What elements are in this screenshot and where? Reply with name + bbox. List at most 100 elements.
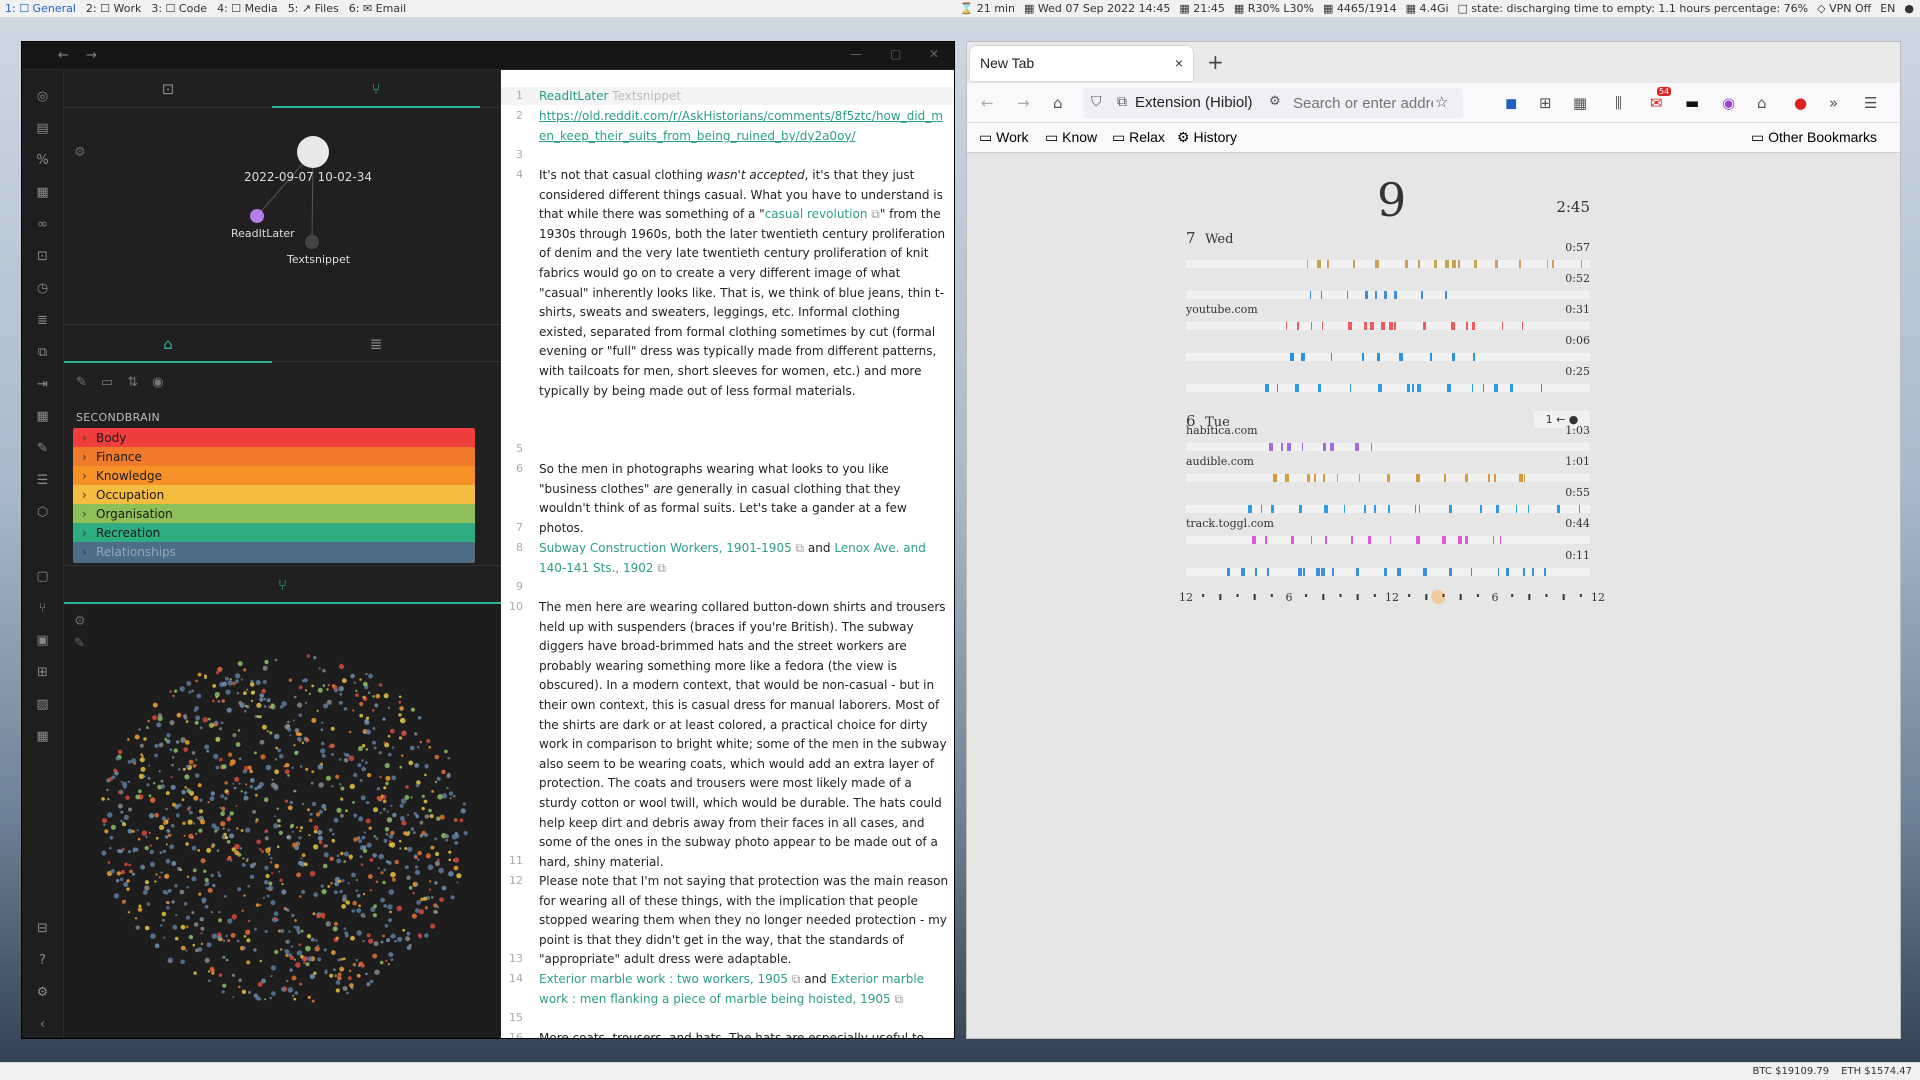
workspace-3[interactable]: 3: ☐ Code	[146, 2, 212, 15]
edit-icon[interactable]: ✎	[34, 440, 51, 457]
folder-item[interactable]: › Knowledge	[73, 466, 475, 487]
activity-mark	[1471, 384, 1473, 392]
container-icon[interactable]: ⌂	[1757, 94, 1767, 112]
apps-grid-icon[interactable]: ⊞	[1539, 94, 1552, 112]
graph-node	[154, 880, 157, 883]
note-icon[interactable]: ▤	[34, 120, 51, 137]
image-icon[interactable]: ▨	[34, 696, 51, 713]
forward-icon[interactable]: →	[86, 48, 97, 63]
folder-item[interactable]: › Relationships	[73, 542, 475, 563]
subway-workers-link[interactable]: Subway Construction Workers, 1901-1905	[539, 541, 792, 555]
folder-item[interactable]: › Finance	[73, 447, 475, 468]
bitwarden-icon[interactable]: ◼	[1505, 94, 1517, 112]
collapse-icon[interactable]: ‹	[34, 1016, 51, 1033]
marble-workers-link[interactable]: Exterior marble work : two workers, 1905	[539, 972, 788, 986]
dark-ext-icon[interactable]: ▬	[1685, 94, 1699, 112]
export-icon[interactable]: ⇥	[34, 376, 51, 393]
tray-icon[interactable]: ●	[1904, 2, 1914, 15]
tag-readitlater[interactable]: ReadItLater	[539, 89, 608, 103]
graph-node	[335, 936, 339, 940]
bookmark-star-icon[interactable]: ☆	[1435, 93, 1448, 111]
other-bookmarks[interactable]: ▭ Other Bookmarks	[1751, 129, 1877, 146]
activity-mark	[1376, 353, 1380, 361]
settings-icon[interactable]: ⚙	[34, 984, 51, 1001]
back-icon[interactable]: ←	[58, 48, 69, 63]
menu-icon[interactable]: ☰	[1864, 94, 1877, 112]
source-url[interactable]: https://old.reddit.com/r/AskHistorians/c…	[539, 107, 949, 146]
bookmark-work[interactable]: ▭ Work	[979, 129, 1029, 146]
folder-item[interactable]: › Body	[73, 428, 475, 449]
maximize-icon[interactable]: ▢	[890, 47, 901, 61]
folder-item[interactable]: › Occupation	[73, 485, 475, 506]
tab-global-graph-icon[interactable]: ⑂	[64, 566, 501, 604]
privacy-icon[interactable]: ◉	[1722, 94, 1735, 112]
graph-node	[388, 889, 395, 895]
bookmark-know[interactable]: ▭ Know	[1045, 129, 1097, 146]
overflow-icon[interactable]: »	[1829, 94, 1838, 112]
bookmark-relax[interactable]: ▭ Relax	[1112, 129, 1165, 146]
workspace-5[interactable]: 5: ↗ Files	[283, 2, 344, 15]
graph-icon[interactable]: ◎	[34, 88, 51, 105]
permissions-icon[interactable]: ⚙	[1269, 94, 1281, 109]
help-icon[interactable]: ?	[34, 952, 51, 969]
grid-icon[interactable]: ⊞	[34, 664, 51, 681]
vault-icon[interactable]: ⊟	[34, 920, 51, 937]
shield-icon[interactable]: ⛉	[1091, 94, 1102, 110]
eye-icon[interactable]: ◉	[152, 375, 163, 390]
template-icon[interactable]: %	[34, 152, 51, 169]
daily-note-icon[interactable]: ▦	[34, 408, 51, 425]
cube-icon[interactable]: ⬡	[34, 504, 51, 521]
folder-item[interactable]: › Recreation	[73, 523, 475, 544]
graph-node	[250, 690, 255, 695]
list-icon[interactable]: ≣	[34, 312, 51, 329]
branch-icon[interactable]: ⑂	[34, 600, 51, 617]
workspace-1[interactable]: 1: ☐ General	[0, 2, 81, 15]
library-icon[interactable]: ⫼	[1615, 94, 1622, 112]
local-graph-view[interactable]: ⚙ 2022-09-07 10-02-34 ReadItLater Textsn…	[64, 109, 501, 324]
tasks-icon[interactable]: ☰	[34, 472, 51, 489]
workspace-6[interactable]: 6: ✉ Email	[344, 2, 411, 15]
global-graph-view[interactable]: ⚙ ✎	[64, 604, 501, 1038]
calendar-icon[interactable]: ▦	[34, 184, 51, 201]
graph-node	[180, 945, 186, 951]
bookmark-history[interactable]: ⚙ History	[1177, 129, 1237, 146]
mail-icon[interactable]: ✉	[1650, 94, 1663, 112]
import-icon[interactable]: ⊡	[34, 248, 51, 265]
note-editor[interactable]: 1 ReadItLater Textsnippet 2 https://old.…	[501, 70, 954, 1038]
tab-outline-icon[interactable]: ⊡	[64, 70, 272, 108]
file-icon[interactable]: ▢	[34, 568, 51, 585]
tab-new-tab[interactable]: New Tab ×	[970, 46, 1193, 81]
tab-close-icon[interactable]: ×	[1175, 46, 1183, 81]
tab-local-graph-icon[interactable]: ⑂	[272, 70, 480, 108]
url-bar[interactable]: ⛉ ⧉ Extension (Hibiol) ⚙ ☆	[1083, 88, 1463, 118]
workspace-4[interactable]: 4: ☐ Media	[212, 2, 283, 15]
forward-icon[interactable]: →	[1017, 94, 1030, 112]
close-icon[interactable]: ✕	[929, 47, 939, 61]
tomato-icon[interactable]: ●	[1794, 94, 1807, 112]
tab-list-icon[interactable]: ≣	[272, 325, 480, 363]
url-input[interactable]	[1293, 92, 1433, 114]
new-folder-icon[interactable]: ▭	[101, 375, 113, 390]
extensions-grid-icon[interactable]: ▦	[1573, 94, 1587, 112]
calendar2-icon[interactable]: ▦	[34, 728, 51, 745]
graph-node	[137, 837, 141, 841]
graph-node	[372, 953, 378, 959]
home-icon[interactable]: ⌂	[1053, 94, 1063, 112]
copy-icon[interactable]: ⧉	[34, 344, 51, 361]
minimize-icon[interactable]: —	[850, 47, 862, 61]
workspace-2[interactable]: 2: ☐ Work	[81, 2, 146, 15]
terminal-icon[interactable]: ▣	[34, 632, 51, 649]
casual-revolution-link[interactable]: casual revolution	[765, 207, 868, 221]
activity-mark	[1415, 536, 1420, 544]
folder-item[interactable]: › Organisation	[73, 504, 475, 525]
tab-home-icon[interactable]: ⌂	[64, 325, 272, 363]
new-tab-button[interactable]: +	[1207, 50, 1224, 74]
sort-icon[interactable]: ⇅	[127, 375, 138, 390]
tag-textsnippet[interactable]: Textsnippet	[612, 89, 681, 103]
link-icon[interactable]: ∞	[34, 216, 51, 233]
new-note-icon[interactable]: ✎	[76, 375, 87, 390]
back-icon[interactable]: ←	[981, 94, 994, 112]
clock-icon[interactable]: ◷	[34, 280, 51, 297]
time-axis: 12 6 12 6 12	[1179, 590, 1605, 604]
graph-node	[285, 953, 289, 957]
